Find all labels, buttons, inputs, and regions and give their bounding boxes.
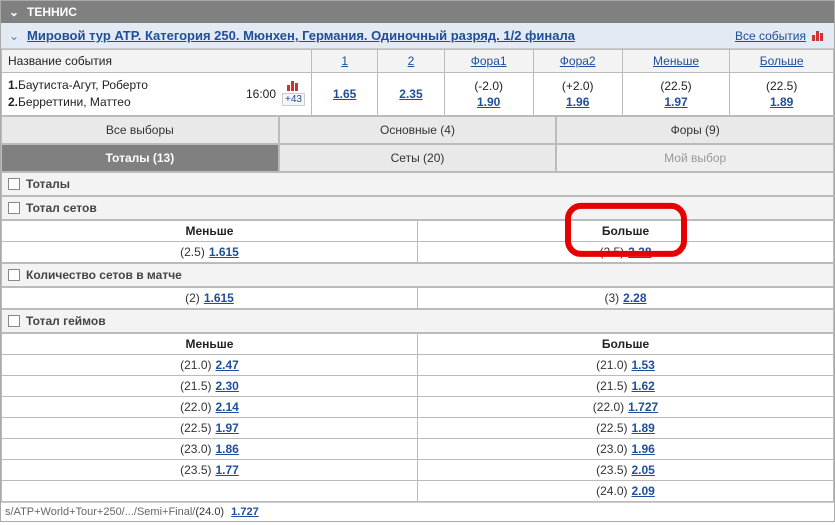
event-players[interactable]: 1.Баутиста-Агут, Роберто 2.Берреттини, М…	[8, 77, 240, 111]
odds-fora2[interactable]: 1.96	[566, 95, 589, 109]
odds-2[interactable]: 2.35	[399, 87, 422, 101]
checkbox[interactable]	[8, 269, 20, 281]
stats-icon[interactable]	[287, 81, 301, 91]
total-sets-over[interactable]: 2.28	[628, 245, 651, 259]
odds-1[interactable]: 1.65	[333, 87, 356, 101]
tab-mine[interactable]: Мой выбор	[556, 144, 834, 172]
all-events-link[interactable]: Все события	[735, 29, 806, 43]
col-2[interactable]: 2	[408, 54, 415, 68]
footer-path: s/ATP+World+Tour+250/.../Semi+Final/(24.…	[1, 502, 834, 521]
col-fora2[interactable]: Фора2	[560, 54, 596, 68]
col-less[interactable]: Меньше	[653, 54, 699, 68]
market-tabs-row2: Тоталы (13) Сеты (20) Мой выбор	[1, 144, 834, 172]
games-over[interactable]: 2.05	[632, 463, 655, 477]
col-fora1[interactable]: Фора1	[471, 54, 507, 68]
odds-over[interactable]: 1.89	[770, 95, 793, 109]
col-less: Меньше	[2, 220, 418, 241]
games-under[interactable]: 1.86	[216, 442, 239, 456]
table-row: (22.0)2.14(22.0)1.727	[2, 396, 834, 417]
event-time: 16:00	[240, 87, 282, 101]
tour-header: ⌄ Мировой тур ATP. Категория 250. Мюнхен…	[1, 23, 834, 49]
section-sets-count[interactable]: Количество сетов в матче	[1, 263, 834, 287]
sets-count-2[interactable]: 1.615	[204, 291, 234, 305]
table-row: (23.0)1.86(23.0)1.96	[2, 438, 834, 459]
total-games-table: Меньше Больше (21.0)2.47(21.0)1.53(21.5)…	[1, 333, 834, 502]
tab-sets[interactable]: Сеты (20)	[279, 144, 557, 172]
sport-header[interactable]: ⌄ ТЕННИС	[1, 1, 834, 23]
checkbox[interactable]	[8, 202, 20, 214]
checkbox[interactable]	[8, 178, 20, 190]
total-sets-under[interactable]: 1.615	[209, 245, 239, 259]
games-over[interactable]: 1.62	[632, 379, 655, 393]
tab-handicap[interactable]: Форы (9)	[556, 116, 834, 144]
games-under[interactable]: 1.77	[216, 463, 239, 477]
tab-totals[interactable]: Тоталы (13)	[1, 144, 279, 172]
section-totals[interactable]: Тоталы	[1, 172, 834, 196]
event-table: Название события 1 2 Фора1 Фора2 Меньше …	[1, 49, 834, 116]
games-over[interactable]: 1.89	[632, 421, 655, 435]
col-event-name: Название события	[2, 50, 312, 73]
event-row: 1.Баутиста-Агут, Роберто 2.Берреттини, М…	[2, 73, 834, 116]
col-more: Больше	[418, 333, 834, 354]
col-less: Меньше	[2, 333, 418, 354]
sets-count-3[interactable]: 2.28	[623, 291, 646, 305]
table-row: (23.5)1.77(23.5)2.05	[2, 459, 834, 480]
section-total-sets[interactable]: Тотал сетов	[1, 196, 834, 220]
market-tabs-row1: Все выборы Основные (4) Форы (9)	[1, 116, 834, 144]
tab-main[interactable]: Основные (4)	[279, 116, 557, 144]
chevron-down-icon: ⌄	[9, 5, 27, 19]
tour-title-link[interactable]: Мировой тур ATP. Категория 250. Мюнхен, …	[27, 28, 735, 43]
sport-name: ТЕННИС	[27, 5, 77, 19]
tab-all[interactable]: Все выборы	[1, 116, 279, 144]
games-under[interactable]: 2.47	[216, 358, 239, 372]
chevron-down-icon[interactable]: ⌄	[9, 29, 27, 43]
games-under[interactable]: 2.30	[216, 379, 239, 393]
stats-icon[interactable]	[812, 31, 826, 41]
col-1[interactable]: 1	[341, 54, 348, 68]
col-more: Больше	[418, 220, 834, 241]
games-under-24[interactable]: 1.727	[231, 506, 259, 518]
games-over[interactable]: 1.727	[628, 400, 658, 414]
games-over[interactable]: 2.09	[632, 484, 655, 498]
games-over[interactable]: 1.96	[632, 442, 655, 456]
total-sets-table: Меньше Больше (2.5)1.615 (2.5)2.28	[1, 220, 834, 263]
odds-fora1[interactable]: 1.90	[477, 95, 500, 109]
expand-markets-button[interactable]: +43	[282, 93, 305, 106]
table-row: (21.5)2.30(21.5)1.62	[2, 375, 834, 396]
odds-under[interactable]: 1.97	[664, 95, 687, 109]
section-total-games[interactable]: Тотал геймов	[1, 309, 834, 333]
checkbox[interactable]	[8, 315, 20, 327]
col-more[interactable]: Больше	[760, 54, 804, 68]
games-under[interactable]: 1.97	[216, 421, 239, 435]
sets-count-table: (2)1.615 (3)2.28	[1, 287, 834, 309]
table-row: (21.0)2.47(21.0)1.53	[2, 354, 834, 375]
games-over[interactable]: 1.53	[632, 358, 655, 372]
games-under[interactable]: 2.14	[216, 400, 239, 414]
table-row: (22.5)1.97(22.5)1.89	[2, 417, 834, 438]
